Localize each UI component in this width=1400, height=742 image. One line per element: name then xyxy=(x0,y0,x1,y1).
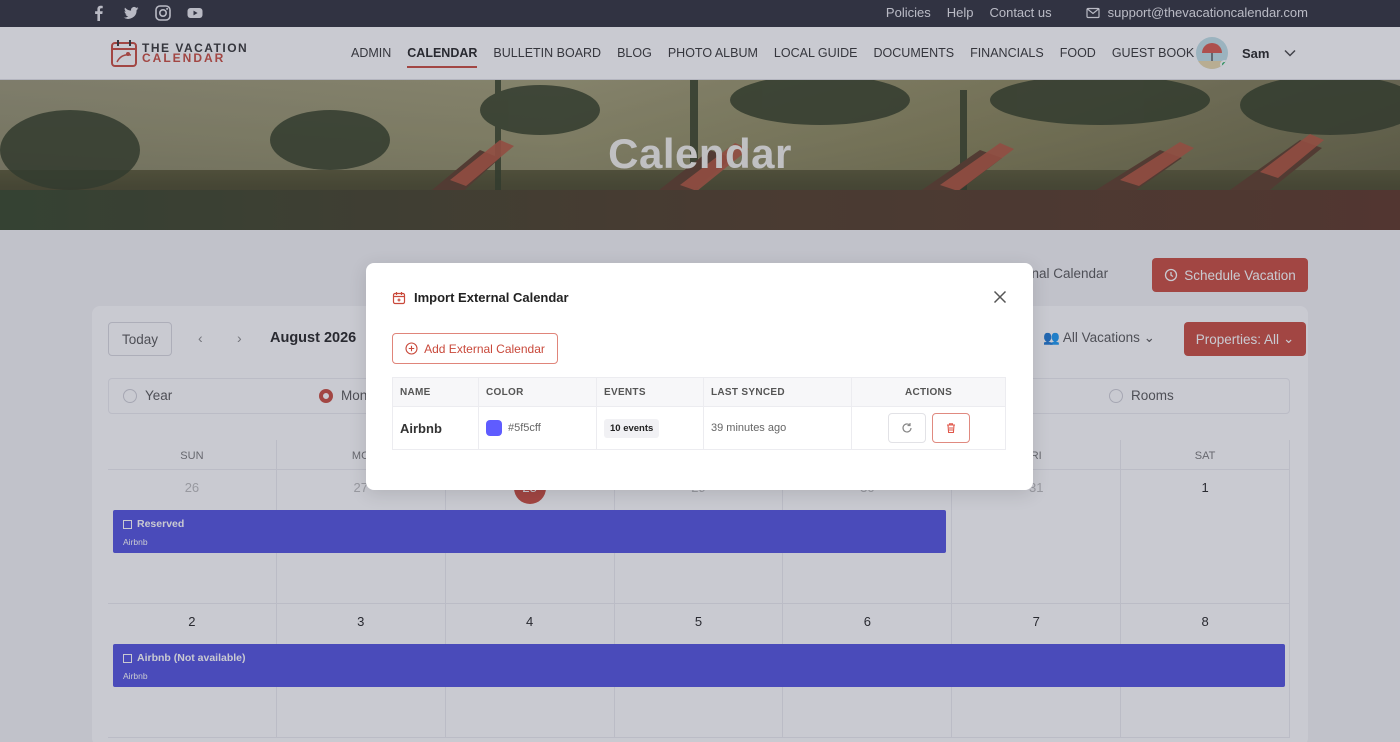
refresh-icon xyxy=(901,423,912,433)
row-actions xyxy=(859,413,998,443)
calendar-name: Airbnb xyxy=(400,420,442,436)
add-external-calendar-label: Add External Calendar xyxy=(424,341,545,356)
column-header-events: EVENTS xyxy=(596,377,704,407)
column-header-last-synced: LAST SYNCED xyxy=(703,377,852,407)
color-swatch xyxy=(486,420,502,436)
external-calendars-table: NAME COLOR EVENTS LAST SYNCED ACTIONS Ai… xyxy=(392,377,1006,450)
plus-circle-icon xyxy=(405,342,418,355)
table-row: Airbnb #5f5cff 10 events 39 minutes ago xyxy=(392,406,1006,450)
table-header-row: NAME COLOR EVENTS LAST SYNCED ACTIONS xyxy=(392,377,1006,407)
modal-header: Import External Calendar xyxy=(392,290,569,305)
add-external-calendar-button[interactable]: Add External Calendar xyxy=(392,333,558,364)
close-icon[interactable] xyxy=(993,290,1007,304)
sync-button[interactable] xyxy=(887,413,926,443)
last-synced-value: 39 minutes ago xyxy=(711,422,787,434)
color-value: #5f5cff xyxy=(508,421,541,434)
delete-button[interactable] xyxy=(931,413,970,443)
import-calendar-modal: Import External Calendar Add External Ca… xyxy=(366,263,1033,490)
column-header-name: NAME xyxy=(392,377,479,407)
events-count-badge: 10 events xyxy=(604,418,660,438)
column-header-color: COLOR xyxy=(478,377,597,407)
column-header-actions: ACTIONS xyxy=(851,377,1006,407)
modal-title: Import External Calendar xyxy=(414,290,569,305)
calendar-plus-icon xyxy=(392,291,406,304)
trash-icon xyxy=(946,423,955,434)
